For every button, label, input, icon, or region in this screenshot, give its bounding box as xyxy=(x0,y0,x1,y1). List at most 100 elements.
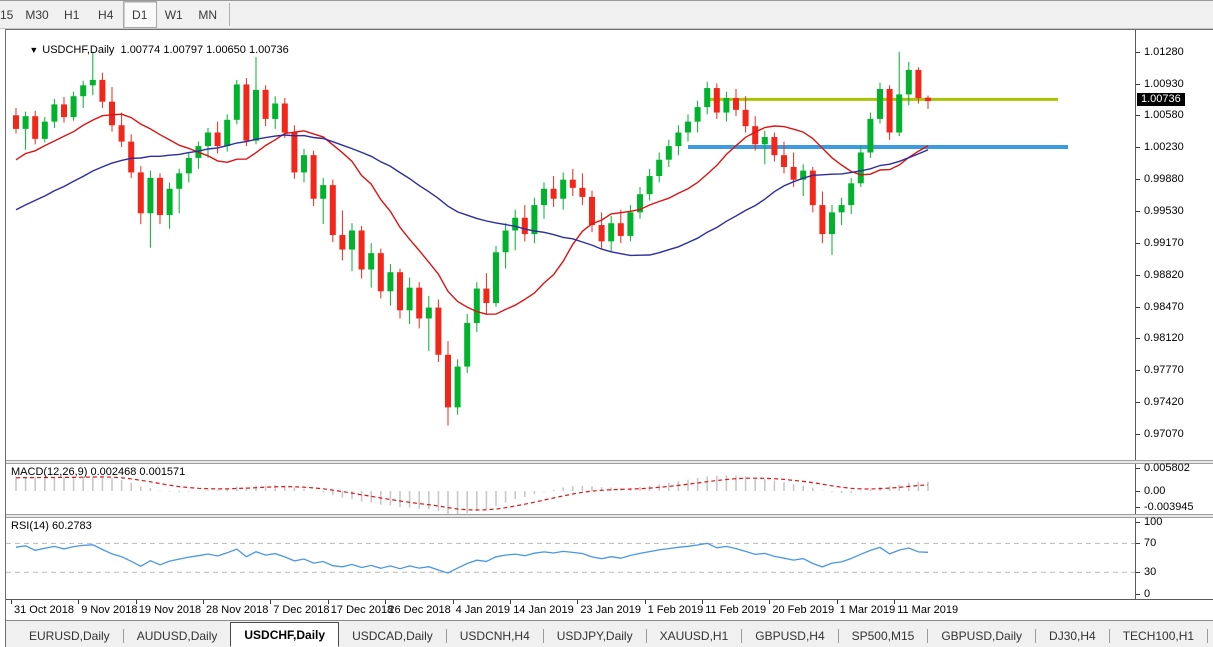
macd-axis-label: 0.00 xyxy=(1144,484,1166,497)
axis-tick xyxy=(1136,506,1140,508)
date-tick xyxy=(510,600,512,604)
macd-histogram xyxy=(15,475,929,514)
chart-tab-dj30[interactable]: DJ30,H4 xyxy=(1036,625,1109,647)
chart-tab-ukc[interactable]: UKC xyxy=(1208,625,1213,647)
chart-tab-usdjpy[interactable]: USDJPY,Daily xyxy=(544,625,646,647)
date-label: 11 Mar 2019 xyxy=(897,604,959,616)
timeframe-button-w1[interactable]: W1 xyxy=(157,1,191,28)
date-label: 20 Feb 2019 xyxy=(772,604,835,616)
date-tick xyxy=(203,600,204,604)
chart-tab-gbpusd[interactable]: GBPUSD,Daily xyxy=(928,625,1035,647)
rsi-axis[interactable]: 100 70 30 0 xyxy=(1135,516,1213,600)
date-tick xyxy=(836,600,838,604)
candles[interactable] xyxy=(13,51,931,426)
date-tick xyxy=(270,600,272,604)
date-label: 11 Feb 2019 xyxy=(705,604,767,616)
date-label: 1 Feb 2019 xyxy=(647,604,704,616)
price-axis-label: 1.00930 xyxy=(1144,77,1184,90)
price-axis-label: 0.98120 xyxy=(1144,332,1184,345)
date-label: 7 Dec 2018 xyxy=(273,604,330,616)
chart-tab-tech100[interactable]: TECH100,H1 xyxy=(1110,625,1207,647)
collapse-chart-icon[interactable]: ▼ xyxy=(29,45,38,55)
chart-tab-sp500[interactable]: SP500,M15 xyxy=(839,625,928,647)
timeframe-button-d1[interactable]: D1 xyxy=(122,1,157,28)
chart-tab-eurusd[interactable]: EURUSD,Daily xyxy=(16,625,123,647)
timeframe-button-m30[interactable]: M30 xyxy=(19,1,54,28)
chart-title: ▼ USDCHF,Daily 1.00774 1.00797 1.00650 1.… xyxy=(11,32,289,68)
date-label: 28 Nov 2018 xyxy=(206,604,269,616)
axis-tick xyxy=(1136,370,1140,372)
price-axis[interactable]: 1.01280 1.00930 1.00580 1.00230 0.99880 0.995… xyxy=(1135,30,1213,460)
axis-tick xyxy=(1136,521,1140,523)
date-label: 4 Jan 2019 xyxy=(455,604,511,616)
macd-signal-line xyxy=(15,476,929,511)
macd-axis-label: 0.005802 xyxy=(1144,461,1190,474)
chart-tab-audusd[interactable]: AUDUSD,Daily xyxy=(124,625,231,647)
date-label: 1 Mar 2019 xyxy=(839,604,896,616)
date-tick xyxy=(78,600,80,604)
price-axis-label: 0.99530 xyxy=(1144,204,1184,217)
chart-tab-bar: EURUSD,Daily AUDUSD,Daily USDCHF,Daily USDC… xyxy=(6,620,1213,647)
axis-tick xyxy=(1136,210,1140,212)
rsi-axis-label: 70 xyxy=(1144,537,1157,550)
price-chart-panel: ▼ USDCHF,Daily 1.00774 1.00797 1.00650 1.… xyxy=(6,30,1213,460)
rsi-panel: RSI(14) 60.2783 100 70 30 0 xyxy=(6,516,1213,600)
axis-tick xyxy=(1136,467,1140,469)
price-axis-label: 1.01280 xyxy=(1144,45,1184,58)
price-axis-label: 1.00230 xyxy=(1144,141,1184,154)
chart-symbol-label: USDCHF,Daily xyxy=(42,44,115,56)
price-axis-label: 0.98470 xyxy=(1144,300,1184,313)
chart-tab-gbpusd[interactable]: GBPUSD,H4 xyxy=(742,625,837,647)
rsi-chart-canvas[interactable] xyxy=(6,518,1135,599)
date-tick xyxy=(385,600,387,604)
price-axis-label: 0.97770 xyxy=(1144,364,1184,377)
date-axis[interactable]: 31 Oct 2018 9 Nov 2018 19 Nov 2018 28 Nov 2… xyxy=(6,599,1213,620)
date-tick xyxy=(702,600,704,604)
date-label: 19 Nov 2018 xyxy=(138,604,202,616)
toolbar-separator xyxy=(228,3,230,26)
axis-tick xyxy=(1136,338,1140,340)
date-label: 9 Nov 2018 xyxy=(81,604,138,616)
macd-axis[interactable]: 0.005802 0.00 -0.003945 xyxy=(1135,461,1213,514)
rsi-line xyxy=(15,542,929,574)
timeframe-button-15[interactable]: 15 xyxy=(0,1,19,28)
chart-tab-usdcad[interactable]: USDCAD,Daily xyxy=(339,625,446,647)
price-axis-label: 0.99880 xyxy=(1144,172,1184,185)
current-price-tag: 1.00736 xyxy=(1137,93,1185,107)
date-label: 26 Dec 2018 xyxy=(388,604,451,616)
chart-ohlc-values: 1.00774 1.00797 1.00650 1.00736 xyxy=(120,44,289,56)
rsi-indicator-label: RSI(14) 60.2783 xyxy=(11,520,92,532)
price-chart-canvas[interactable] xyxy=(6,30,1135,460)
chart-tab-xauusd[interactable]: XAUUSD,H1 xyxy=(647,625,742,647)
chart-tab-usdcnh[interactable]: USDCNH,H4 xyxy=(447,625,543,647)
axis-tick xyxy=(1136,401,1140,403)
price-axis-label: 1.00580 xyxy=(1144,109,1184,122)
date-tick xyxy=(327,600,329,604)
axis-tick xyxy=(1136,115,1140,117)
axis-tick xyxy=(1136,178,1140,180)
date-tick xyxy=(769,600,771,604)
date-label: 14 Jan 2019 xyxy=(513,604,574,616)
axis-tick xyxy=(1136,306,1140,308)
price-axis-label: 0.99170 xyxy=(1144,237,1184,250)
timeframe-button-h4[interactable]: H4 xyxy=(89,1,123,28)
axis-tick xyxy=(1136,543,1140,545)
axis-tick xyxy=(1136,147,1140,149)
macd-axis-label: -0.003945 xyxy=(1144,500,1194,513)
rsi-axis-label: 30 xyxy=(1144,566,1157,579)
timeframe-button-mn[interactable]: MN xyxy=(191,1,225,28)
axis-tick xyxy=(1136,433,1140,435)
axis-tick xyxy=(1136,274,1140,276)
date-tick xyxy=(11,600,12,604)
chart-tab-usdchf[interactable]: USDCHF,Daily xyxy=(230,622,340,647)
timeframe-button-h1[interactable]: H1 xyxy=(55,1,89,28)
axis-tick xyxy=(1136,572,1140,574)
price-axis-label: 0.97420 xyxy=(1144,395,1184,408)
date-tick xyxy=(135,600,137,604)
fast-ma-line[interactable] xyxy=(15,113,929,315)
price-axis-label: 0.97070 xyxy=(1144,427,1184,440)
date-tick xyxy=(894,600,896,604)
chart-window: ▼ USDCHF,Daily 1.00774 1.00797 1.00650 1.… xyxy=(5,29,1213,647)
axis-tick xyxy=(1136,243,1140,245)
price-axis-label: 0.98820 xyxy=(1144,268,1184,281)
